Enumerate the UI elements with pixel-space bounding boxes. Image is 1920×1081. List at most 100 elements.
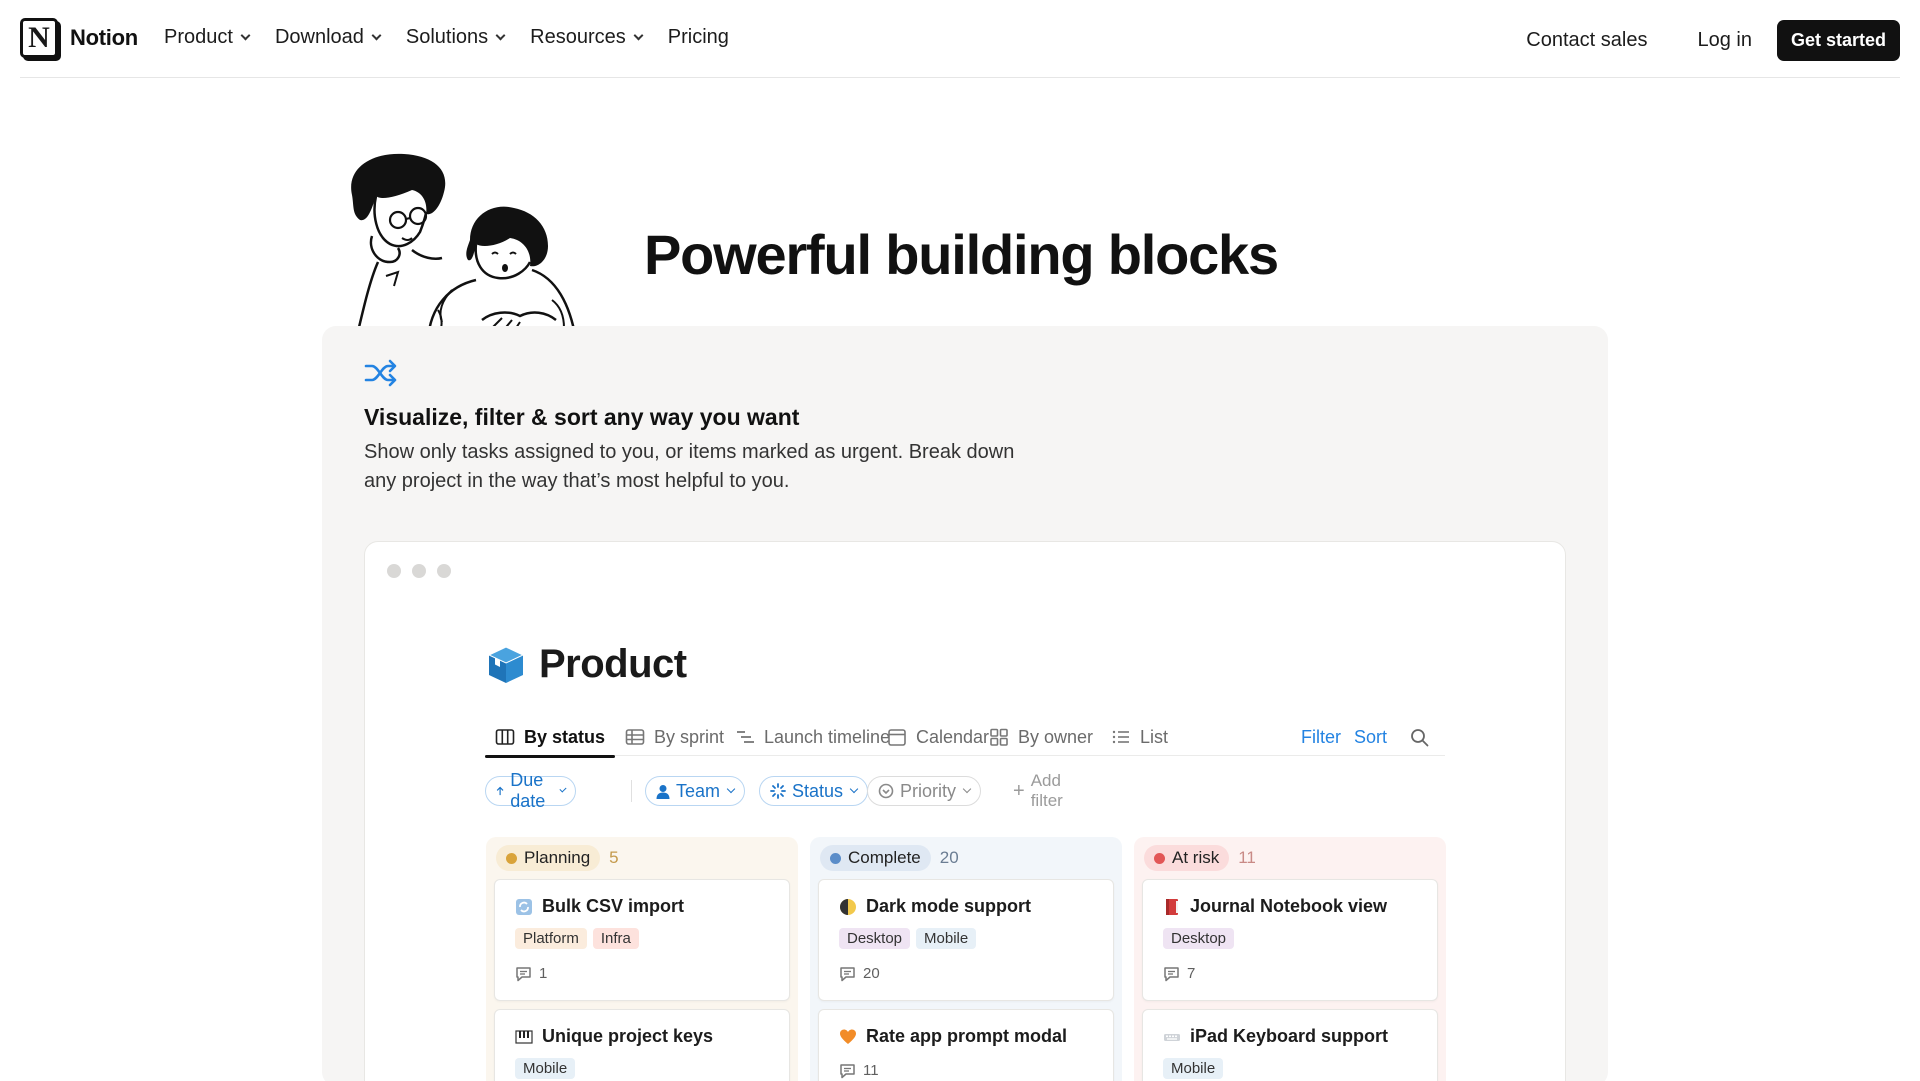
status-label: Status	[792, 780, 844, 801]
tab-label: Launch timeline	[764, 726, 891, 747]
status-dot	[506, 852, 517, 864]
priority-icon	[878, 783, 894, 799]
card-title-text: Unique project keys	[542, 1026, 714, 1046]
piano-icon	[515, 1029, 533, 1044]
status-badge: At risk	[1144, 845, 1230, 871]
team-label: Team	[676, 780, 721, 801]
board-card[interactable]: Bulk CSV import Platform Infra 1	[494, 879, 790, 1001]
nav-links: Product Download Solutions Resources Pri…	[164, 26, 729, 49]
heart-icon	[840, 1029, 856, 1044]
feature-description: Show only tasks assigned to you, or item…	[364, 441, 1015, 492]
status-filter[interactable]: Status	[759, 776, 869, 806]
board-card[interactable]: iPad Keyboard support Mobile	[1142, 1009, 1438, 1081]
chevron-down-icon	[849, 784, 859, 794]
tag: Mobile	[515, 1058, 576, 1079]
top-nav: N Notion Product Download Solutions Reso…	[20, 0, 1900, 78]
comment-icon	[516, 966, 531, 981]
tab-list[interactable]: List	[1111, 718, 1168, 756]
database-title: Product	[487, 642, 687, 687]
card-tags: Platform Infra	[515, 928, 639, 949]
board-card[interactable]: Dark mode support Desktop Mobile 20	[818, 879, 1114, 1001]
shuffle-icon	[364, 359, 397, 387]
chevron-down-icon	[240, 30, 251, 40]
notion-logo[interactable]: N Notion	[20, 18, 138, 58]
card-title-text: Dark mode support	[866, 896, 1032, 916]
book-icon	[1166, 898, 1178, 915]
tab-by-sprint[interactable]: By sprint	[625, 718, 724, 756]
login-link[interactable]: Log in	[1672, 29, 1777, 52]
tag: Platform	[515, 928, 587, 949]
window-dot	[412, 564, 426, 578]
tag: Mobile	[916, 928, 977, 949]
people-illustration	[351, 153, 578, 340]
tab-by-owner[interactable]: By owner	[989, 718, 1093, 756]
gallery-icon	[990, 728, 1008, 746]
column-count: 20	[939, 848, 959, 867]
nav-download[interactable]: Download	[274, 26, 382, 49]
chevron-down-icon	[495, 30, 506, 40]
keyboard-icon	[1164, 1033, 1180, 1041]
nav-pricing-label: Pricing	[667, 26, 729, 48]
priority-label: Priority	[900, 780, 957, 801]
tab-launch-timeline[interactable]: Launch timeline	[735, 718, 890, 756]
database-title-text: Product	[539, 642, 687, 686]
chevron-down-icon	[559, 785, 567, 793]
comment-icon	[840, 1063, 855, 1078]
list-icon	[1112, 730, 1129, 744]
loading-icon	[770, 783, 786, 799]
notion-logo-icon: N	[20, 18, 58, 58]
comment-count-value: 1	[539, 965, 548, 982]
card-title: iPad Keyboard support	[1163, 1026, 1388, 1047]
sort-button[interactable]: Sort	[1354, 718, 1387, 756]
team-filter[interactable]: Team	[645, 776, 746, 806]
column-count: 5	[609, 848, 619, 867]
tab-label: Calendar	[916, 726, 990, 747]
chevron-down-icon	[726, 784, 736, 794]
tab-by-status[interactable]: By status	[484, 718, 616, 758]
half-moon-icon	[840, 898, 856, 915]
search-icon[interactable]	[1410, 728, 1429, 747]
divider	[631, 780, 632, 802]
sync-icon	[516, 898, 532, 915]
nav-product-label: Product	[164, 26, 233, 48]
priority-filter[interactable]: Priority	[867, 776, 982, 806]
nav-download-label: Download	[274, 26, 364, 48]
board-icon	[495, 729, 515, 745]
arrow-up-icon	[496, 786, 504, 796]
get-started-button[interactable]: Get started	[1776, 20, 1900, 61]
board-card[interactable]: Unique project keys Mobile	[494, 1009, 790, 1081]
contact-sales-link[interactable]: Contact sales	[1501, 29, 1672, 52]
card-title-text: iPad Keyboard support	[1190, 1026, 1389, 1046]
board-card[interactable]: Rate app prompt modal 11	[818, 1009, 1114, 1081]
status-dot	[1154, 852, 1165, 864]
calendar-icon	[888, 729, 906, 746]
nav-resources[interactable]: Resources	[530, 26, 644, 49]
comment-count: 11	[839, 1062, 879, 1079]
comment-icon	[1164, 966, 1179, 981]
board-card[interactable]: Journal Notebook view Desktop 7	[1142, 879, 1438, 1001]
tab-calendar[interactable]: Calendar	[887, 718, 989, 756]
add-filter-button[interactable]: + Add filter	[1013, 771, 1063, 810]
nav-product[interactable]: Product	[164, 26, 251, 49]
card-tags: Desktop Mobile	[839, 928, 977, 949]
card-title: Bulk CSV import	[515, 896, 684, 917]
nav-solutions[interactable]: Solutions	[406, 26, 506, 49]
add-filter-label: Add filter	[1030, 771, 1063, 810]
feature-title: Visualize, filter & sort any way you wan…	[364, 404, 800, 430]
status-dot	[830, 852, 841, 864]
column-header: Planning 5	[496, 845, 619, 871]
cube-icon	[487, 645, 525, 683]
nav-pricing[interactable]: Pricing	[668, 26, 729, 49]
comment-count-value: 20	[863, 965, 880, 982]
board-column-at-risk: At risk 11 Journal Notebook view Desktop…	[1134, 837, 1446, 1081]
window-controls	[387, 564, 451, 578]
card-tags: Mobile	[515, 1058, 576, 1079]
column-count: 11	[1238, 848, 1256, 867]
due-date-filter[interactable]: Due date	[485, 770, 577, 811]
window-dot	[387, 564, 401, 578]
filter-button[interactable]: Filter	[1301, 718, 1341, 756]
board-column-complete: Complete 20 Dark mode support Desktop Mo…	[810, 837, 1122, 1081]
card-title-text: Rate app prompt modal	[866, 1026, 1068, 1046]
nav-actions: Contact sales Log in Get started	[1501, 20, 1900, 61]
tag: Desktop	[1163, 928, 1235, 949]
